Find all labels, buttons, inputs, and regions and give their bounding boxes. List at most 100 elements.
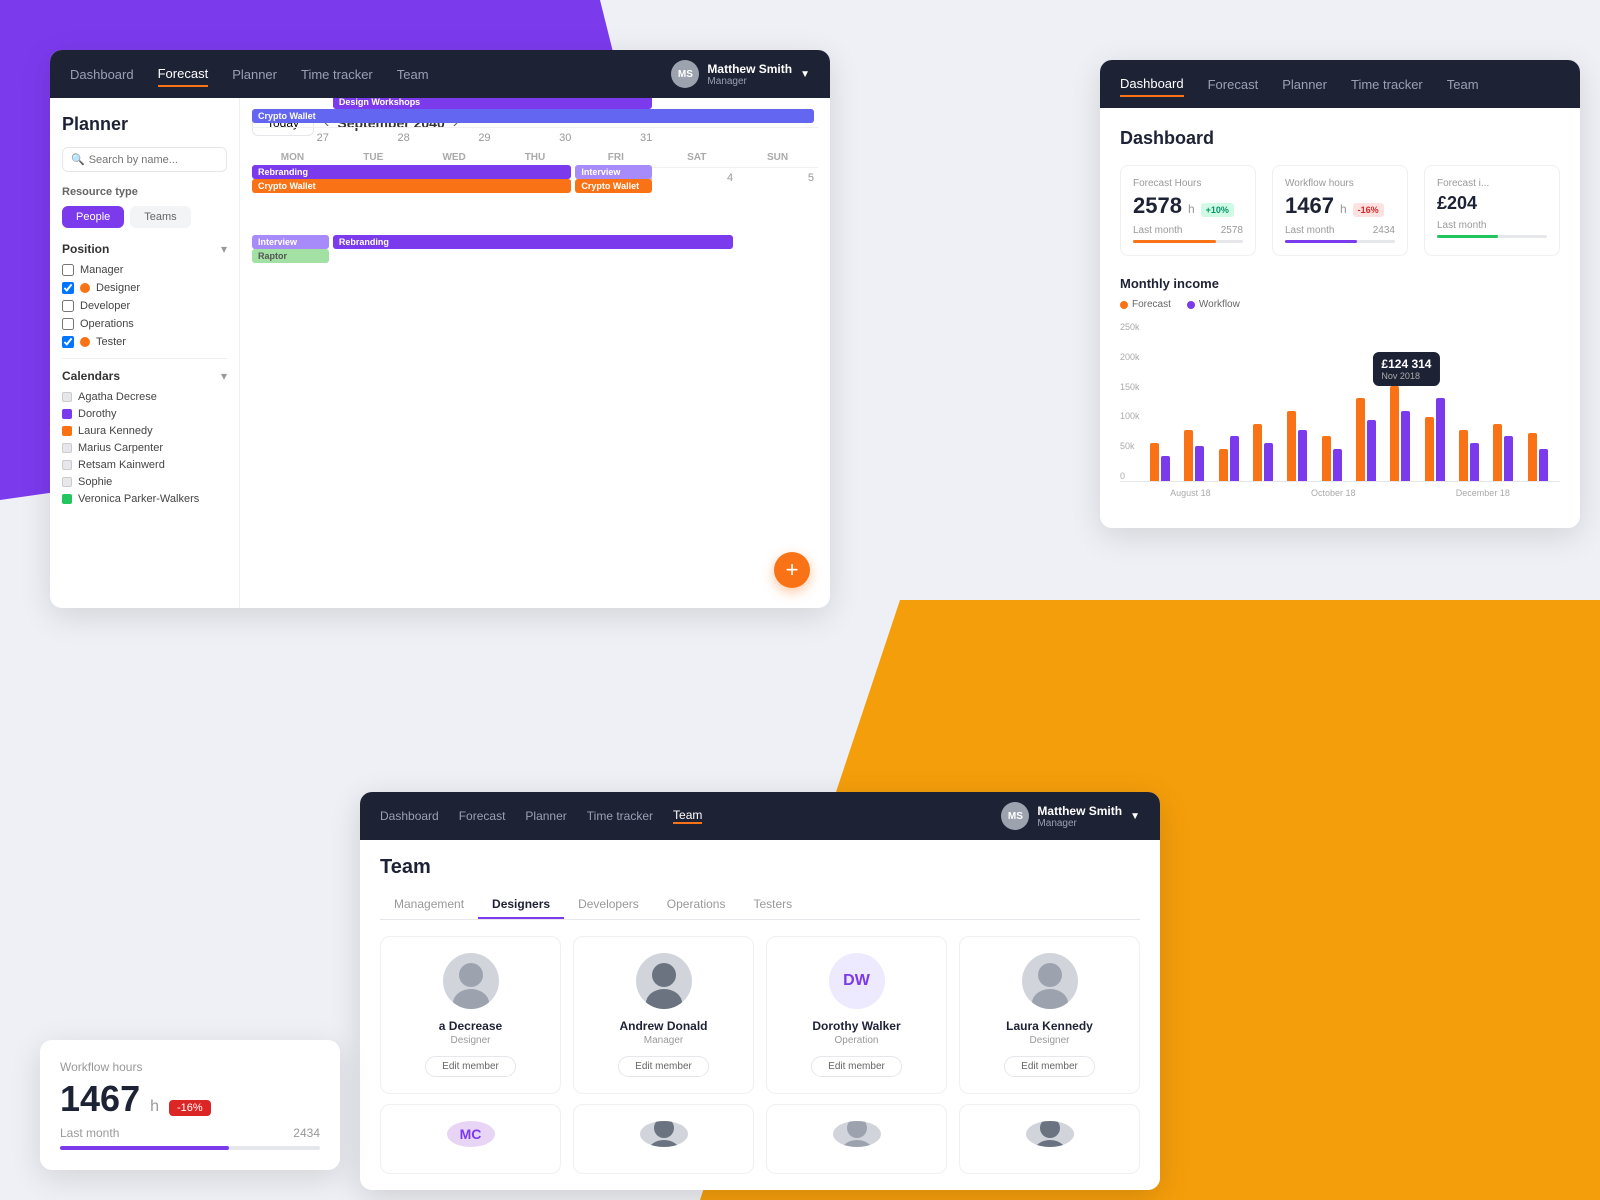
- bar-group-11: [1493, 424, 1525, 481]
- dash-nav-planner[interactable]: Planner: [1282, 73, 1327, 96]
- workflow-hours-unit: h: [1340, 202, 1347, 216]
- calendars-collapse-icon[interactable]: ▾: [221, 369, 227, 383]
- nav-timetracker[interactable]: Time tracker: [301, 63, 373, 86]
- tooltip-value: £124 314: [1381, 357, 1431, 371]
- bar-workflow-6: [1333, 449, 1342, 481]
- event-designworkshops[interactable]: Design Workshops: [333, 98, 652, 109]
- bar-forecast-6: [1322, 436, 1331, 481]
- veronica-dot: [62, 494, 72, 504]
- search-input[interactable]: [89, 154, 218, 166]
- nav-user: MS Matthew Smith Manager ▼: [671, 60, 810, 88]
- bar-forecast-1: [1150, 443, 1159, 481]
- bar-workflow-8: [1401, 411, 1410, 481]
- bar-group-9: [1425, 398, 1457, 481]
- team-nav-planner[interactable]: Planner: [525, 809, 566, 823]
- workflow-sub: Last month 2434: [60, 1126, 320, 1140]
- team-body: Team Management Designers Developers Ope…: [360, 840, 1160, 1190]
- dorothy-edit-button[interactable]: Edit member: [811, 1056, 902, 1077]
- tab-testers[interactable]: Testers: [739, 891, 806, 919]
- dashboard-title: Dashboard: [1120, 128, 1560, 149]
- event-rebranding-w4[interactable]: Rebranding: [252, 165, 571, 179]
- team-user-role: Manager: [1037, 818, 1122, 829]
- workflow-sub-label: Last month: [60, 1126, 119, 1140]
- calendars-label: Calendars: [62, 369, 120, 383]
- dash-nav-forecast[interactable]: Forecast: [1208, 73, 1259, 96]
- workflow-hours-fill: [1285, 240, 1357, 243]
- workflow-unit: h: [150, 1098, 159, 1116]
- cal-retsam: Retsam Kainwerd: [62, 459, 227, 471]
- bar-group-2: [1184, 430, 1216, 481]
- people-button[interactable]: People: [62, 206, 124, 228]
- event-raptor-w5[interactable]: Raptor: [252, 249, 329, 263]
- veronica-label: Veronica Parker-Walkers: [78, 493, 199, 505]
- stat-workflow-hours: Workflow hours 1467 h -16% Last month 24…: [1272, 165, 1408, 256]
- team-nav-team[interactable]: Team: [673, 808, 702, 824]
- andrew-edit-button[interactable]: Edit member: [618, 1056, 709, 1077]
- event-interview-w4[interactable]: Interview: [575, 165, 652, 179]
- mc-avatar: MC: [447, 1121, 495, 1147]
- tab-operations[interactable]: Operations: [653, 891, 740, 919]
- workflow-value-row: 1467 h -16%: [60, 1078, 320, 1120]
- position-tester: Tester: [62, 336, 227, 348]
- tab-developers[interactable]: Developers: [564, 891, 653, 919]
- search-icon: 🔍: [71, 153, 85, 166]
- tester-label: Tester: [96, 336, 126, 348]
- position-section: Position ▾: [62, 242, 227, 256]
- position-designer: Designer: [62, 282, 227, 294]
- forecast-income-progress: [1437, 235, 1547, 238]
- stat-forecast-income: Forecast i... £204 Last month: [1424, 165, 1560, 256]
- event-interview-w5[interactable]: Interview: [252, 235, 329, 249]
- position-operations: Operations: [62, 318, 227, 330]
- dashboard-nav: Dashboard Forecast Planner Time tracker …: [1100, 60, 1580, 108]
- forecast-hours-sub: Last month 2578: [1133, 225, 1243, 236]
- laura-avatar: [1022, 953, 1078, 1009]
- nav-forecast[interactable]: Forecast: [158, 62, 209, 87]
- designer-checkbox[interactable]: [62, 282, 74, 294]
- nav-team[interactable]: Team: [397, 63, 429, 86]
- dash-nav-timetracker[interactable]: Time tracker: [1351, 73, 1423, 96]
- legend-forecast-label: Forecast: [1132, 299, 1171, 310]
- tester-checkbox[interactable]: [62, 336, 74, 348]
- bar-forecast-4: [1253, 424, 1262, 481]
- operations-checkbox[interactable]: [62, 318, 74, 330]
- developer-checkbox[interactable]: [62, 300, 74, 312]
- forecast-income-sub-label: Last month: [1437, 220, 1486, 231]
- team-nav-forecast[interactable]: Forecast: [459, 809, 506, 823]
- event-cryptowallet-w4b[interactable]: Crypto Wallet: [252, 179, 571, 193]
- agatha-edit-button[interactable]: Edit member: [425, 1056, 516, 1077]
- add-event-button[interactable]: +: [774, 552, 810, 588]
- day-w5-sun[interactable]: [737, 127, 818, 197]
- dashboard-body: Dashboard Forecast Hours 2578 h +10% Las…: [1100, 108, 1580, 528]
- stats-row: Forecast Hours 2578 h +10% Last month 25…: [1120, 165, 1560, 256]
- teams-button[interactable]: Teams: [130, 206, 190, 228]
- user-avatar: MS: [671, 60, 699, 88]
- manager-checkbox[interactable]: [62, 264, 74, 276]
- dorothy-label: Dorothy: [78, 408, 117, 420]
- event-cryptowallet-w3[interactable]: Crypto Wallet: [252, 109, 814, 123]
- workflow-panel: Workflow hours 1467 h -16% Last month 24…: [40, 1040, 340, 1170]
- team-nav-timetracker[interactable]: Time tracker: [587, 809, 653, 823]
- dash-nav-dashboard[interactable]: Dashboard: [1120, 72, 1184, 97]
- sidebar-title: Planner: [62, 114, 227, 135]
- bar-group-3: [1219, 436, 1251, 481]
- event-rebranding-w5[interactable]: Rebranding: [333, 235, 733, 249]
- nav-dashboard[interactable]: Dashboard: [70, 63, 134, 86]
- forecast-hours-value-row: 2578 h +10%: [1133, 193, 1243, 219]
- dash-nav-team[interactable]: Team: [1447, 73, 1479, 96]
- position-collapse-icon[interactable]: ▾: [221, 242, 227, 256]
- legend-workflow-dot: [1187, 301, 1195, 309]
- tab-management[interactable]: Management: [380, 891, 478, 919]
- nav-planner[interactable]: Planner: [232, 63, 277, 86]
- day-w5-sat[interactable]: [656, 127, 737, 197]
- event-cryptowallet-w4c[interactable]: Crypto Wallet: [575, 179, 652, 193]
- team-nav-dashboard[interactable]: Dashboard: [380, 809, 439, 823]
- divider: [62, 358, 227, 359]
- bar-workflow-10: [1470, 443, 1479, 481]
- tab-designers[interactable]: Designers: [478, 891, 564, 919]
- forecast-hours-fill: [1133, 240, 1216, 243]
- team-chevron-icon: ▼: [1130, 811, 1140, 822]
- laura-edit-button[interactable]: Edit member: [1004, 1056, 1095, 1077]
- workflow-hours-value-row: 1467 h -16%: [1285, 193, 1395, 219]
- member-card-r2-3: [766, 1104, 947, 1174]
- andrew-role: Manager: [644, 1035, 683, 1046]
